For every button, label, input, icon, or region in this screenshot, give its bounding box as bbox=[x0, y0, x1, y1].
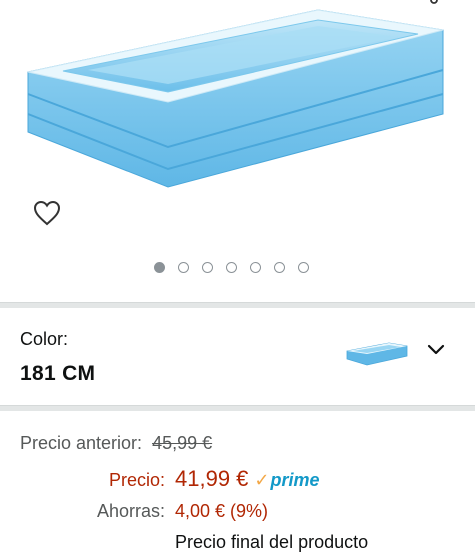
color-value: 181 CM bbox=[20, 362, 96, 385]
price-label: Precio: bbox=[108, 470, 165, 490]
product-image-gallery[interactable] bbox=[0, 0, 475, 290]
product-image-pool[interactable] bbox=[18, 2, 458, 197]
section-divider bbox=[0, 302, 475, 308]
pagination-dot-3[interactable] bbox=[202, 262, 213, 273]
final-price-note: Precio final del producto bbox=[175, 532, 369, 552]
prime-badge: ✓ prime bbox=[254, 470, 319, 491]
pagination-dot-5[interactable] bbox=[250, 262, 261, 273]
final-price-note-row: Precio final del producto bbox=[175, 532, 368, 553]
pagination-dot-4[interactable] bbox=[226, 262, 237, 273]
price-row: Precio: 41,99 € ✓ prime bbox=[0, 466, 320, 492]
previous-price-row: Precio anterior: 45,99 € bbox=[20, 433, 212, 454]
pagination-dot-1[interactable] bbox=[154, 262, 165, 273]
previous-price-value: 45,99 € bbox=[152, 433, 213, 453]
heart-icon bbox=[33, 200, 61, 226]
image-pagination-dots bbox=[154, 262, 309, 273]
pagination-dot-2[interactable] bbox=[178, 262, 189, 273]
color-label: Color: bbox=[20, 329, 69, 349]
previous-price-label: Precio anterior: bbox=[20, 433, 143, 453]
chevron-down-icon[interactable] bbox=[426, 343, 446, 357]
color-swatch-pool-thumbnail[interactable] bbox=[345, 341, 409, 367]
savings-label: Ahorras: bbox=[96, 501, 165, 521]
pagination-dot-6[interactable] bbox=[274, 262, 285, 273]
color-selector[interactable]: Color: 181 CM bbox=[0, 313, 475, 405]
section-divider bbox=[0, 405, 475, 411]
wishlist-button[interactable] bbox=[30, 196, 64, 230]
price-value: 41,99 € bbox=[175, 466, 249, 491]
pagination-dot-7[interactable] bbox=[298, 262, 309, 273]
prime-label: prime bbox=[270, 470, 320, 490]
savings-row: Ahorras: 4,00 € (9%) bbox=[0, 501, 268, 522]
price-block: Precio anterior: 45,99 € Precio: 41,99 €… bbox=[0, 418, 475, 558]
prime-check-icon: ✓ bbox=[254, 470, 270, 490]
savings-value: 4,00 € (9%) bbox=[175, 501, 269, 521]
